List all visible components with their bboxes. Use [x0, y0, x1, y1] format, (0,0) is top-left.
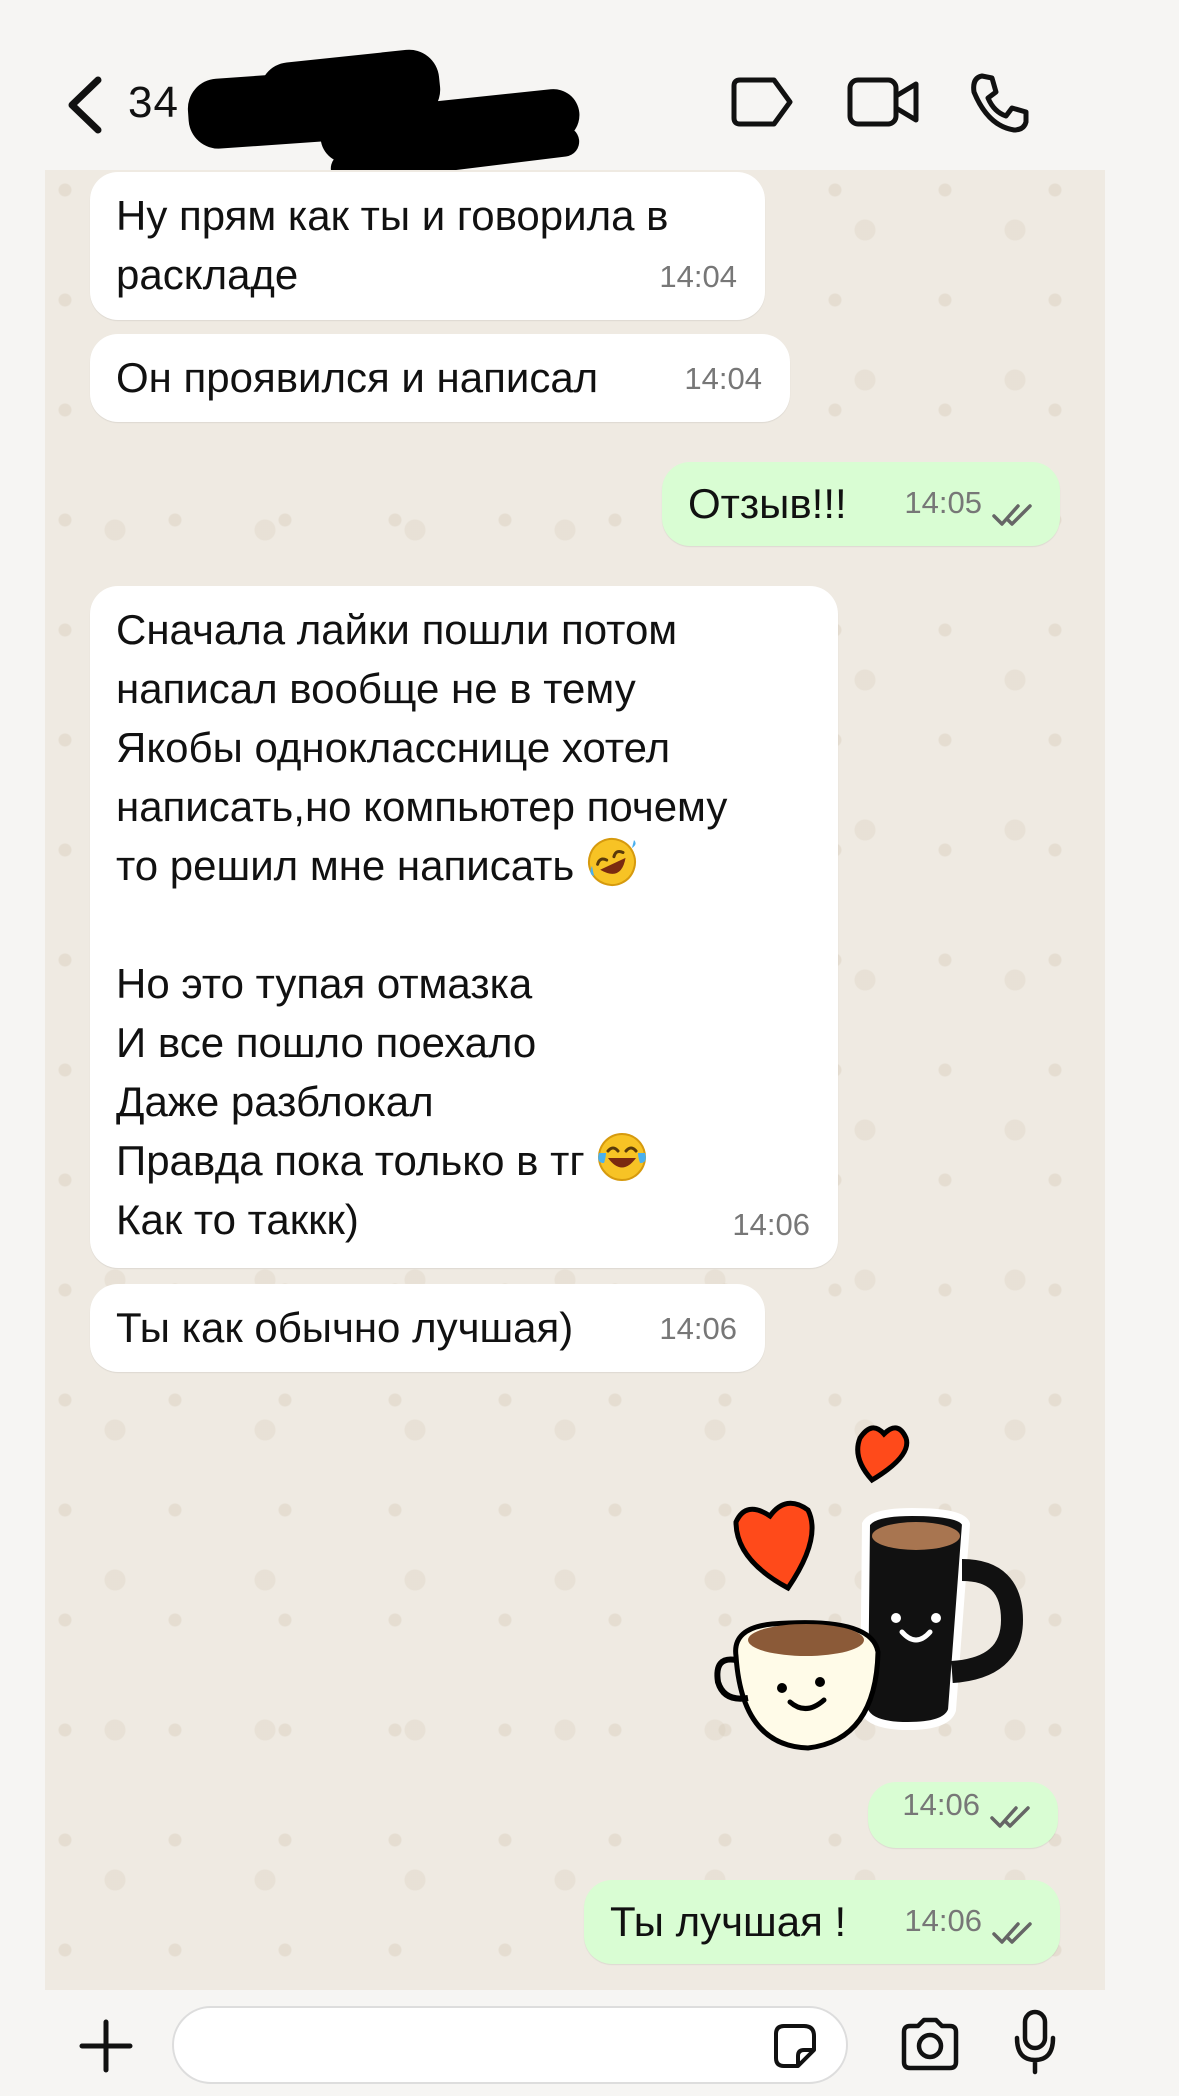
sticker-timestamp: 14:06 [868, 1782, 1058, 1848]
message-time: 14:06 [904, 1903, 982, 1938]
message-text: Но это тупая отмазка И все пошло поехало… [116, 960, 585, 1184]
message-text-part: Но это тупая отмазка И все пошло поехало… [116, 954, 812, 1190]
double-check-read-icon [992, 1922, 1032, 1944]
back-chevron-icon[interactable] [60, 72, 110, 138]
message-text: Ну прям как ты и говорила в раскладе [116, 192, 669, 298]
sticker-coffee-cups-hearts[interactable] [712, 1420, 1062, 1760]
video-call-icon[interactable] [846, 72, 920, 132]
message-text: Отзыв!!! [688, 480, 847, 527]
composer-bar [0, 1990, 1179, 2096]
message-time: 14:06 [902, 1787, 980, 1822]
voice-call-icon[interactable] [968, 72, 1030, 134]
message-time: 14:06 [659, 1311, 737, 1346]
message-text-part: Сначала лайки пошли потом написал вообще… [116, 600, 812, 895]
chat-header: 34 [0, 0, 1179, 186]
message-incoming[interactable]: Сначала лайки пошли потом написал вообще… [90, 586, 838, 1268]
camera-icon[interactable] [898, 2016, 962, 2072]
message-input[interactable] [172, 2006, 848, 2084]
rolling-on-floor-laughing-icon [587, 838, 636, 886]
message-incoming[interactable]: Ты как обычно лучшая) 14:06 [90, 1284, 765, 1372]
message-time: 14:05 [904, 485, 982, 520]
message-time: 14:04 [684, 361, 762, 396]
plus-icon[interactable] [78, 2018, 134, 2074]
tag-label-icon[interactable] [730, 72, 796, 132]
message-text: Ты как обычно лучшая) [116, 1304, 574, 1351]
double-check-read-icon [990, 1806, 1030, 1828]
double-check-read-icon [992, 504, 1032, 526]
message-text: Как то таккк) [116, 1196, 359, 1243]
sticker-icon[interactable] [770, 2022, 818, 2070]
message-outgoing[interactable]: Ты лучшая ! 14:06 [584, 1880, 1060, 1964]
message-incoming[interactable]: Ну прям как ты и говорила в раскладе 14:… [90, 172, 765, 320]
microphone-icon[interactable] [1012, 2008, 1058, 2076]
message-time: 14:04 [659, 259, 737, 294]
message-text: Он проявился и написал [116, 354, 599, 401]
message-outgoing[interactable]: Отзыв!!! 14:05 [662, 462, 1060, 546]
contact-name[interactable]: 34 [128, 78, 179, 128]
face-with-tears-of-joy-icon [598, 1133, 647, 1181]
message-incoming[interactable]: Он проявился и написал 14:04 [90, 334, 790, 422]
message-time: 14:06 [732, 1207, 810, 1242]
